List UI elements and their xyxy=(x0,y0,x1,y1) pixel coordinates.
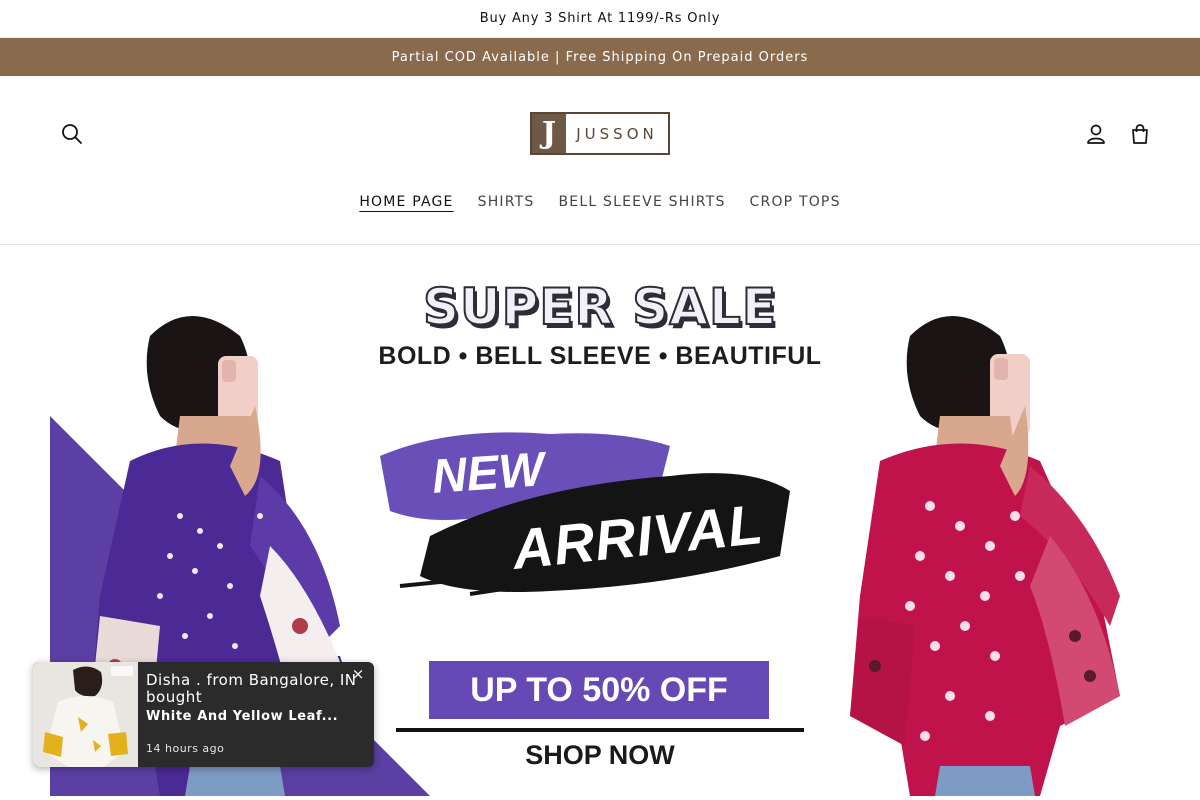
new-label: NEW xyxy=(430,443,546,504)
offer-badge: UP TO 50% OFF xyxy=(429,661,769,719)
popup-title: Disha . from Bangalore, IN bought xyxy=(146,671,357,706)
recent-purchase-popup[interactable]: Disha . from Bangalore, IN bought White … xyxy=(33,662,374,767)
product-thumbnail-image xyxy=(33,662,138,767)
nav-shirts[interactable]: SHIRTS xyxy=(478,188,535,218)
shop-now-link[interactable]: SHOP NOW xyxy=(430,740,770,771)
logo-mark: J xyxy=(532,114,566,153)
logo-text: JUSSON xyxy=(576,124,658,143)
announcement-bar: Buy Any 3 Shirt At 1199/-Rs Only xyxy=(0,0,1200,38)
announcement-text: Buy Any 3 Shirt At 1199/-Rs Only xyxy=(479,11,721,26)
popup-body: Disha . from Bangalore, IN bought White … xyxy=(138,662,374,767)
banner-subheadline: BOLD • BELL SLEEVE • BEAUTIFUL xyxy=(378,342,822,370)
banner-headline: SUPER SALE xyxy=(422,277,778,337)
cart-icon xyxy=(1132,124,1148,144)
banner-divider xyxy=(396,728,804,732)
popup-timestamp: 14 hours ago xyxy=(146,742,225,755)
site-header: J JUSSON HOME PAGE SHIRTS BELL SLEEVE SH… xyxy=(0,76,1200,245)
offer-text: UP TO 50% OFF xyxy=(470,670,728,709)
user-icon xyxy=(1087,124,1105,144)
promo-text: Partial COD Available | Free Shipping On… xyxy=(391,49,809,65)
nav-bell-sleeve-shirts[interactable]: BELL SLEEVE SHIRTS xyxy=(559,188,726,218)
main-nav: HOME PAGE SHIRTS BELL SLEEVE SHIRTS CROP… xyxy=(0,188,1200,218)
model-magenta-shirt-image xyxy=(850,316,1120,796)
nav-crop-tops[interactable]: CROP TOPS xyxy=(750,188,841,218)
site-logo[interactable]: J JUSSON xyxy=(530,112,670,155)
account-button[interactable] xyxy=(1076,114,1116,154)
cart-button[interactable] xyxy=(1120,114,1160,154)
search-icon xyxy=(62,124,82,144)
popup-product-name[interactable]: White And Yellow Leaf... xyxy=(146,709,366,724)
nav-home-page[interactable]: HOME PAGE xyxy=(359,188,453,218)
search-button[interactable] xyxy=(52,114,92,154)
close-icon[interactable]: × xyxy=(350,666,366,682)
promo-bar: Partial COD Available | Free Shipping On… xyxy=(0,38,1200,76)
